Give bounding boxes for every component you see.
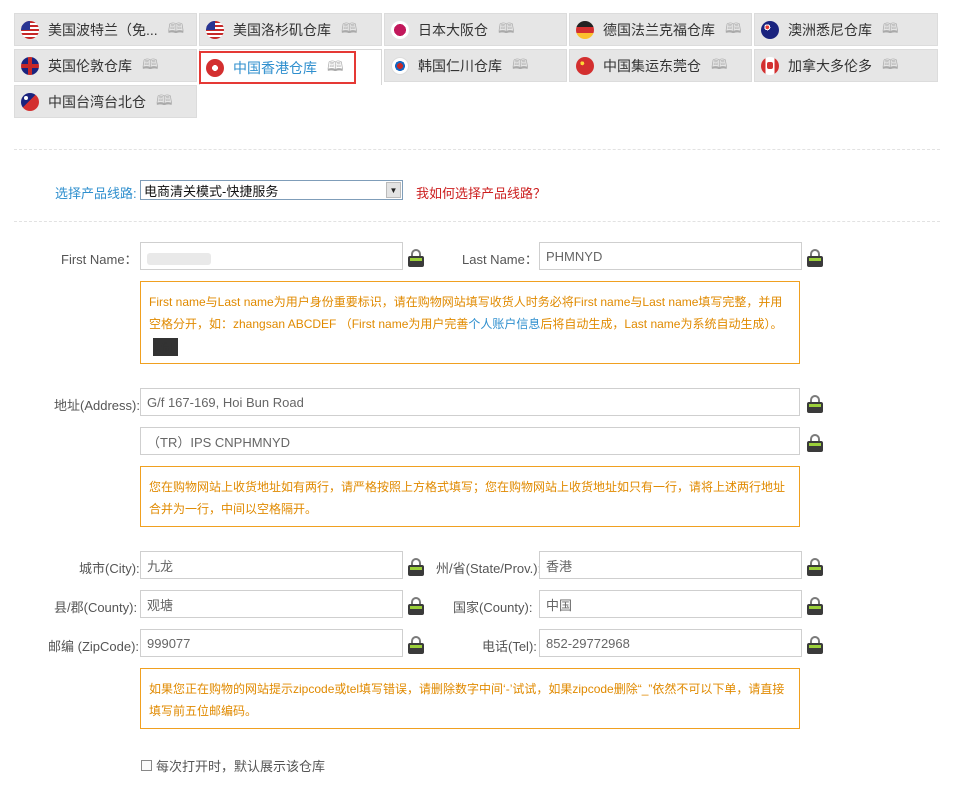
book-icon[interactable]: 🕮 [142, 54, 159, 78]
book-icon[interactable]: 🕮 [725, 18, 742, 42]
tab-label: 美国洛杉矶仓库 [233, 21, 331, 38]
tab-label: 日本大阪仓 [418, 21, 488, 38]
county-label: 县/郡(County): [54, 600, 138, 615]
copy-button[interactable]: 复制 [153, 337, 178, 356]
redacted-value [147, 253, 211, 265]
lock-icon[interactable] [408, 597, 424, 615]
book-icon[interactable]: 🕮 [711, 54, 728, 78]
tab-label: 中国香港仓库 [233, 59, 317, 76]
product-line-selected: 电商清关模式-快捷服务 [144, 183, 279, 199]
address-line2-value: （TR）IPS CNPHMNYD [147, 434, 291, 450]
county-value: 观塘 [147, 597, 174, 613]
product-line-help-link[interactable]: 我如何选择产品线路？ [416, 183, 546, 202]
last-name-field[interactable]: PHMNYD [539, 242, 802, 270]
tel-value: 852-29772968 [546, 635, 630, 651]
address-line1-value: G/f 167-169, Hoi Bun Road [147, 394, 304, 410]
last-name-value: PHMNYD [546, 248, 603, 264]
tab-ca-toronto[interactable]: 加拿大多伦多 🕮 [754, 49, 938, 82]
lock-icon[interactable] [807, 434, 823, 452]
county-field[interactable]: 观塘 [140, 590, 403, 618]
divider [14, 149, 940, 150]
lock-icon[interactable] [807, 249, 823, 267]
ca-flag-icon [761, 56, 779, 75]
state-label: 州/省(State/Prov.): [436, 561, 542, 576]
tab-label: 德国法兰克福仓库 [603, 21, 715, 38]
tel-label: 电话(Tel): [482, 639, 537, 654]
tab-hk-hongkong[interactable]: 中国香港仓库 🕮 [199, 49, 382, 85]
address-line1-field[interactable]: G/f 167-169, Hoi Bun Road [140, 388, 800, 416]
city-field[interactable]: 九龙 [140, 551, 403, 579]
lock-icon[interactable] [807, 395, 823, 413]
book-icon[interactable]: 🕮 [882, 18, 899, 42]
lock-icon[interactable] [807, 636, 823, 654]
state-field[interactable]: 香港 [539, 551, 802, 579]
zip-value: 999077 [147, 635, 191, 651]
first-name-field[interactable] [140, 242, 403, 270]
tab-kr-incheon[interactable]: 韩国仁川仓库 🕮 [384, 49, 567, 82]
tab-label: 美国波特兰（免... [48, 21, 158, 38]
product-line-label: 选择产品线路: [55, 186, 137, 201]
lock-icon[interactable] [408, 249, 424, 267]
first-name-label: First Name： [61, 252, 138, 267]
tab-label: 中国集运东莞仓 [603, 57, 701, 74]
book-icon[interactable]: 🕮 [498, 18, 515, 42]
tab-tw-taipei[interactable]: 中国台湾台北仓 🕮 [14, 85, 197, 118]
de-flag-icon [576, 20, 594, 39]
book-icon[interactable]: 🕮 [168, 18, 185, 42]
zip-field[interactable]: 999077 [140, 629, 403, 657]
state-value: 香港 [546, 558, 573, 574]
tw-flag-icon [21, 92, 39, 111]
tab-label: 加拿大多伦多 [788, 57, 872, 74]
tab-label: 澳洲悉尼仓库 [788, 21, 872, 38]
jp-flag-icon [391, 20, 409, 39]
address-line2-field[interactable]: （TR）IPS CNPHMNYD [140, 427, 800, 455]
divider [14, 221, 940, 222]
book-icon[interactable]: 🕮 [512, 54, 529, 78]
tab-de-frankfurt[interactable]: 德国法兰克福仓库 🕮 [569, 13, 752, 46]
us-flag-icon [206, 20, 224, 39]
tab-us-los-angeles[interactable]: 美国洛杉矶仓库 🕮 [199, 13, 382, 46]
hk-flag-icon [206, 58, 224, 77]
tab-gb-london[interactable]: 英国伦敦仓库 🕮 [14, 49, 197, 82]
lock-icon[interactable] [408, 558, 424, 576]
us-flag-icon [21, 20, 39, 39]
au-flag-icon [761, 20, 779, 39]
default-warehouse-option[interactable]: 每次打开时，默认展示该仓库 [141, 756, 325, 775]
tab-au-sydney[interactable]: 澳洲悉尼仓库 🕮 [754, 13, 938, 46]
default-warehouse-label: 每次打开时，默认展示该仓库 [156, 759, 326, 774]
tab-label: 韩国仁川仓库 [418, 57, 502, 74]
zip-label: 邮编 (ZipCode): [48, 639, 140, 654]
tab-cn-dongguan[interactable]: 中国集运东莞仓 🕮 [569, 49, 752, 82]
lock-icon[interactable] [807, 558, 823, 576]
country-value: 中国 [546, 597, 573, 613]
tab-label: 中国台湾台北仓 [48, 93, 146, 110]
tel-field[interactable]: 852-29772968 [539, 629, 802, 657]
account-info-link[interactable]: 个人账户信息 [468, 317, 540, 331]
book-icon[interactable]: 🕮 [327, 56, 344, 80]
zip-note: 如果您正在购物的网站提示zipcode或tel填写错误，请删除数字中间‘-’试试… [140, 668, 800, 729]
country-field[interactable]: 中国 [539, 590, 802, 618]
tab-jp-osaka[interactable]: 日本大阪仓 🕮 [384, 13, 567, 46]
city-value: 九龙 [147, 558, 174, 574]
product-line-select[interactable]: 电商清关模式-快捷服务 ▼ [140, 180, 403, 200]
lock-icon[interactable] [408, 636, 424, 654]
gb-flag-icon [21, 56, 39, 75]
country-label: 国家(County): [453, 600, 533, 615]
book-icon[interactable]: 🕮 [156, 90, 173, 114]
last-name-label: Last Name： [462, 252, 538, 267]
book-icon[interactable]: 🕮 [882, 54, 899, 78]
default-warehouse-checkbox[interactable] [141, 760, 152, 771]
tab-label: 英国伦敦仓库 [48, 57, 132, 74]
address-note: 您在购物网站上收货地址如有两行，请严格按照上方格式填写；您在购物网站上收货地址如… [140, 466, 800, 527]
name-note: First name与Last name为用户身份重要标识，请在购物网站填写收货… [140, 281, 800, 364]
tab-us-portland[interactable]: 美国波特兰（免... 🕮 [14, 13, 197, 46]
address-label: 地址(Address): [54, 398, 140, 413]
chevron-down-icon[interactable]: ▼ [386, 182, 401, 198]
city-label: 城市(City): [79, 561, 140, 576]
kr-flag-icon [391, 56, 409, 75]
lock-icon[interactable] [807, 597, 823, 615]
cn-flag-icon [576, 56, 594, 75]
book-icon[interactable]: 🕮 [341, 18, 358, 42]
